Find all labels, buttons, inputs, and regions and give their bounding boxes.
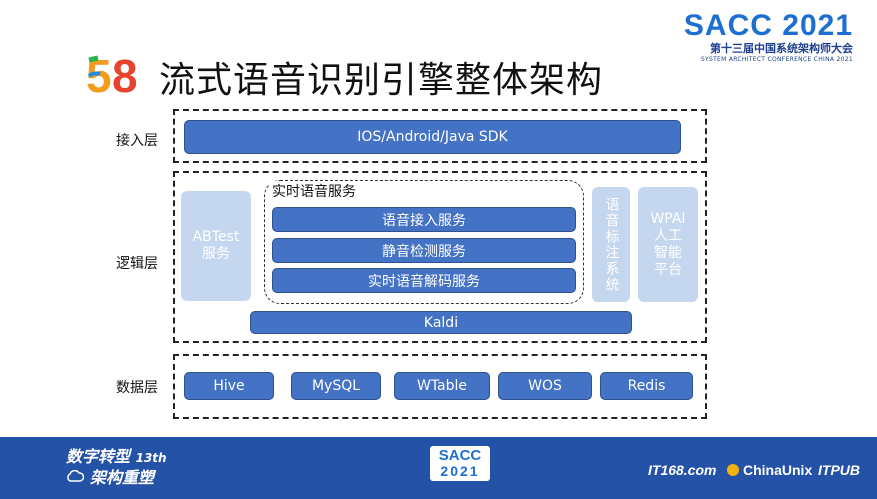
wpai-line-1: WPAI	[650, 210, 686, 227]
annotation-system-label: 语音标注系统	[603, 196, 620, 293]
voice-access-service: 语音接入服务	[272, 207, 576, 232]
slogan-line-1: 数字转型	[66, 447, 131, 466]
redis-box: Redis	[600, 372, 693, 400]
footer-sacc-line-2: 2021	[440, 463, 480, 479]
realtime-decoding-service: 实时语音解码服务	[272, 268, 576, 293]
wpai-line-2: 人工	[654, 227, 682, 244]
footer-sacc-logo: SACC 2021	[430, 446, 490, 481]
page-title: 流式语音识别引擎整体架构	[159, 60, 604, 101]
itpub-logo: ITPUB	[818, 462, 860, 478]
wpai-line-3: 智能	[654, 244, 682, 261]
abtest-line-2: 服务	[202, 246, 230, 262]
logic-layer-label: 逻辑层	[116, 256, 158, 272]
wtable-box: WTable	[394, 372, 490, 400]
svg-text:8: 8	[112, 52, 138, 98]
abtest-service-box: ABTest 服务	[181, 191, 251, 301]
chinaunix-icon	[727, 464, 739, 476]
wpai-platform-box: WPAI 人工 智能 平台	[638, 187, 698, 302]
footer-sacc-line-1: SACC	[438, 447, 482, 464]
slogan-edition: 13th	[135, 451, 167, 465]
chinaunix-logo: ChinaUnix	[743, 462, 813, 478]
sdk-bar: IOS/Android/Java SDK	[184, 120, 681, 154]
silence-detection-service: 静音检测服务	[272, 238, 576, 263]
58-logo: 5 8	[86, 52, 138, 98]
kaldi-bar: Kaldi	[250, 311, 632, 334]
conference-logo: SACC 2021 第十三届中国系统架构师大会 SYSTEM ARCHITECT…	[684, 10, 853, 64]
mysql-box: MySQL	[291, 372, 381, 400]
wpai-line-4: 平台	[654, 261, 682, 278]
conference-logo-text: SACC 2021	[683, 9, 853, 42]
access-layer-label: 接入层	[116, 133, 158, 149]
annotation-system-box: 语音标注系统	[592, 187, 630, 302]
data-layer-label: 数据层	[116, 380, 158, 396]
cloud-icon	[67, 470, 84, 482]
wos-box: WOS	[498, 372, 592, 400]
hive-box: Hive	[184, 372, 274, 400]
realtime-service-label: 实时语音服务	[269, 181, 359, 201]
conference-name-cn: 第十三届中国系统架构师大会	[710, 42, 853, 55]
abtest-line-1: ABTest	[192, 229, 240, 245]
conference-name-en: SYSTEM ARCHITECT CONFERENCE CHINA 2021	[700, 56, 853, 63]
it168-logo: IT168.com	[648, 462, 717, 478]
